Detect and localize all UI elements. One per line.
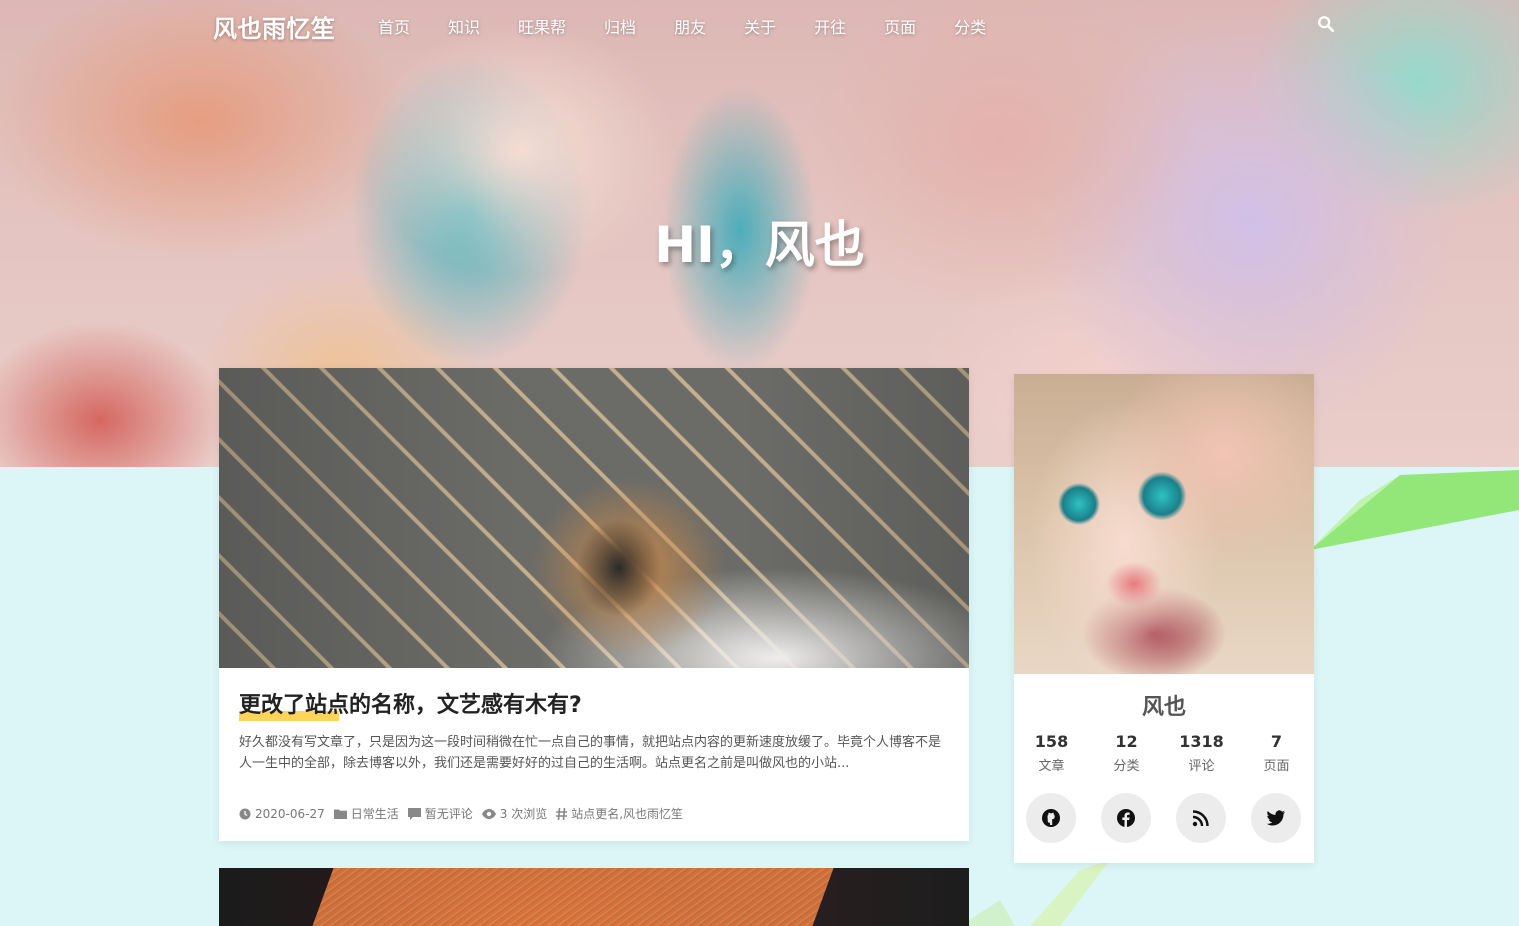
profile-avatar (1014, 374, 1314, 674)
hashtag-icon (556, 807, 568, 820)
nav-item-knowledge[interactable]: 知识 (448, 14, 480, 38)
nav-item-wangguobang[interactable]: 旺果帮 (518, 14, 566, 38)
post-date: 2020-06-27 (239, 807, 325, 821)
post-title[interactable]: 更改了站点的名称，文艺感有木有? (239, 687, 582, 721)
nav-item-friends[interactable]: 朋友 (674, 14, 706, 38)
nav-item-archive[interactable]: 归档 (604, 14, 636, 38)
github-icon (1042, 809, 1060, 827)
stat-categories[interactable]: 12 分类 (1089, 732, 1164, 774)
post-thumbnail[interactable] (219, 368, 969, 668)
nav-item-home[interactable]: 首页 (378, 14, 410, 38)
social-links (1026, 793, 1326, 843)
facebook-icon (1117, 809, 1135, 827)
post-views: 3 次浏览 (481, 805, 547, 822)
nav-item-categories[interactable]: 分类 (954, 14, 986, 38)
post-meta: 2020-06-27 日常生活 暂无评论 3 次浏览 站点更名,风也雨忆笙 (239, 805, 692, 822)
post-card-next[interactable] (219, 868, 969, 926)
rss-button[interactable] (1176, 793, 1226, 843)
site-brand[interactable]: 风也雨忆笙 (213, 9, 336, 44)
profile-widget: 风也 158 文章 12 分类 1318 评论 7 页面 (1014, 374, 1314, 863)
post-card[interactable]: 更改了站点的名称，文艺感有木有? 好久都没有写文章了，只是因为这一段时间稍微在忙… (219, 368, 969, 841)
nav-item-about[interactable]: 关于 (744, 14, 776, 38)
post-comments[interactable]: 暂无评论 (407, 805, 473, 822)
search-icon[interactable] (1317, 15, 1335, 33)
folder-icon (333, 809, 347, 819)
rss-icon (1192, 810, 1209, 827)
post-category[interactable]: 日常生活 (333, 805, 399, 822)
eye-icon (481, 808, 496, 819)
post-excerpt: 好久都没有写文章了，只是因为这一段时间稍微在忙一点自己的事情，就把站点内容的更新… (239, 735, 942, 771)
nav-item-pages[interactable]: 页面 (884, 14, 916, 38)
profile-name: 风也 (1141, 695, 1186, 720)
stat-pages[interactable]: 7 页面 (1239, 732, 1314, 774)
stat-comments[interactable]: 1318 评论 (1164, 732, 1239, 774)
facebook-button[interactable] (1101, 793, 1151, 843)
top-navbar: 风也雨忆笙 首页 知识 旺果帮 归档 朋友 关于 开往 页面 分类 (0, 0, 1519, 48)
nav-menu: 首页 知识 旺果帮 归档 朋友 关于 开往 页面 分类 (378, 14, 1024, 38)
hero-title: HI，风也 (654, 216, 865, 274)
profile-stats: 158 文章 12 分类 1318 评论 7 页面 (1014, 732, 1314, 774)
comment-icon (407, 807, 421, 820)
post-tags[interactable]: 站点更名,风也雨忆笙 (556, 805, 683, 822)
twitter-button[interactable] (1251, 793, 1301, 843)
stat-posts[interactable]: 158 文章 (1014, 732, 1089, 774)
nav-item-travelling[interactable]: 开往 (814, 14, 846, 38)
twitter-icon (1266, 810, 1285, 826)
clock-icon (239, 808, 251, 819)
github-button[interactable] (1026, 793, 1076, 843)
